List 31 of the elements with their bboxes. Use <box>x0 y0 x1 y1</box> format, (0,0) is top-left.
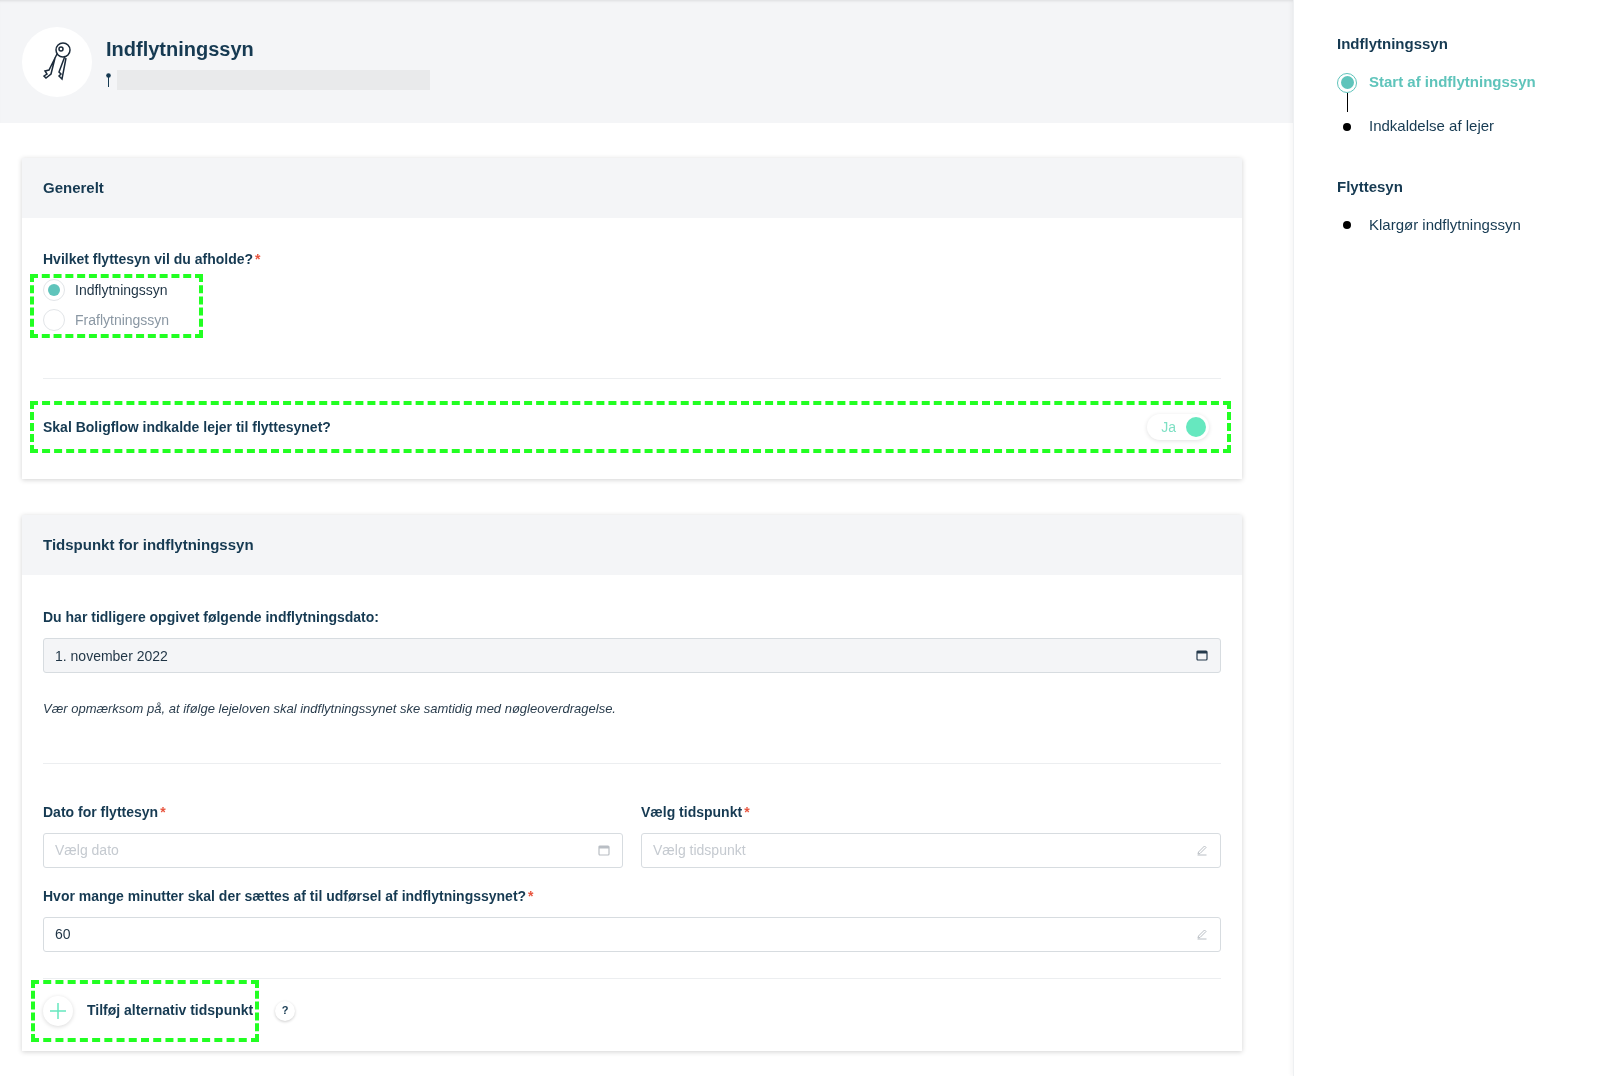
field-label: Dato for flyttesyn <box>43 802 159 822</box>
field-label: Du har tidligere opgivet følgende indflytningsdato: <box>43 608 379 627</box>
card-title: Generelt <box>43 177 104 198</box>
input-field[interactable]: 60 <box>43 916 1221 952</box>
required-mark: * <box>160 802 166 822</box>
field-label: Hvor mange minutter skal der sættes af til udførsel af indflytningssynet? <box>43 886 527 906</box>
calendar-icon <box>598 843 610 856</box>
input-field[interactable]: Vælg dato <box>43 832 623 868</box>
step-link[interactable]: Indkaldelse af lejer <box>1369 111 1495 142</box>
add-alternative-button[interactable]: Tilføj alternativ tidspunkt <box>43 995 254 1026</box>
question-text: Skal Boligflow indkalde lejer til flyttesynet? <box>43 417 331 437</box>
step-link[interactable]: Klargør indflytningssyn <box>1369 210 1521 240</box>
pin-icon <box>106 72 111 87</box>
page-title: Indflytningssyn <box>106 36 255 62</box>
calendar-icon <box>1196 649 1208 661</box>
section-heading: Indflytningssyn <box>1337 34 1449 54</box>
note-text: Vær opmærksom på, at ifølge lejeloven skal indflytningssynet ske samtidig med nøgleoverdragelse. <box>43 700 617 718</box>
field-label: Vælg tidspunkt <box>641 802 743 822</box>
help-badge[interactable]: ? <box>275 1000 296 1021</box>
required-mark: * <box>744 802 750 822</box>
required-mark: * <box>528 886 534 906</box>
pencil-icon <box>1196 843 1208 856</box>
card-title: Tidspunkt for indflytningssyn <box>43 534 254 555</box>
input-field[interactable]: 1. november 2022 <box>43 638 1221 673</box>
pencil-icon <box>1196 927 1208 940</box>
field-label: Hvilket flyttesyn vil du afholde? <box>43 250 254 269</box>
radio-option[interactable]: Indflytningssyn <box>43 278 170 302</box>
section-heading: Flyttesyn <box>1337 176 1404 197</box>
plus-icon <box>43 995 73 1026</box>
required-mark: * <box>255 250 261 269</box>
input-field[interactable]: Vælg tidspunkt <box>641 832 1221 868</box>
